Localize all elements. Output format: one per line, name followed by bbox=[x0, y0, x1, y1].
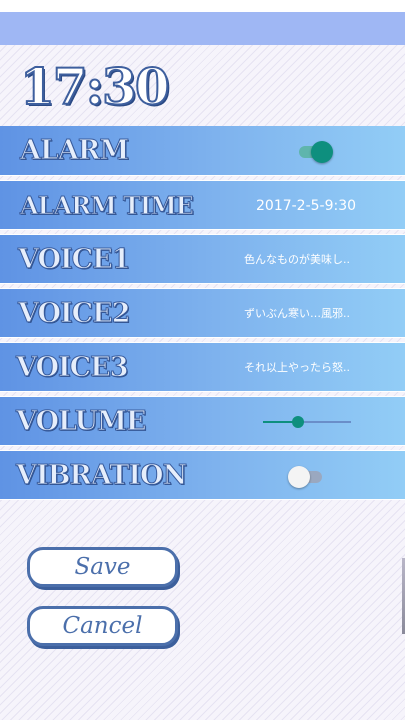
alarm-toggle-thumb bbox=[311, 141, 333, 163]
setting-row-voice2[interactable]: VOICE2 ずいぶん寒い…風邪.. bbox=[0, 288, 405, 338]
voice2-value[interactable]: ずいぶん寒い…風邪.. bbox=[244, 289, 350, 339]
setting-row-volume[interactable]: VOLUME bbox=[0, 396, 405, 446]
setting-row-alarm-time[interactable]: ALARM TIME 2017-2-5-9:30 bbox=[0, 180, 405, 230]
vibration-label: VIBRATION bbox=[15, 460, 187, 492]
settings-list: ALARM ALARM TIME 2017-2-5-9:30 VOICE1 色ん… bbox=[0, 126, 405, 504]
save-button[interactable]: Save bbox=[27, 547, 178, 587]
setting-row-alarm[interactable]: ALARM bbox=[0, 126, 405, 176]
alarm-time-label: ALARM TIME bbox=[20, 191, 195, 221]
vibration-toggle[interactable] bbox=[288, 466, 324, 488]
vibration-toggle-thumb bbox=[288, 466, 310, 488]
volume-label: VOLUME bbox=[16, 406, 148, 438]
voice1-label: VOICE1 bbox=[17, 244, 130, 276]
alarm-label: ALARM bbox=[19, 135, 129, 167]
clock-time: 17:30 bbox=[19, 56, 171, 117]
voice3-label: VOICE3 bbox=[15, 352, 128, 384]
voice3-value[interactable]: それ以上やったら怒.. bbox=[244, 343, 350, 393]
voice2-label: VOICE2 bbox=[17, 298, 130, 330]
alarm-toggle[interactable] bbox=[297, 141, 333, 163]
status-bar bbox=[0, 0, 405, 12]
setting-row-voice1[interactable]: VOICE1 色んなものが美味し.. bbox=[0, 234, 405, 284]
setting-row-vibration[interactable]: VIBRATION bbox=[0, 450, 405, 500]
header-band bbox=[0, 12, 405, 45]
volume-slider-knob[interactable] bbox=[292, 416, 304, 428]
alarm-time-value[interactable]: 2017-2-5-9:30 bbox=[256, 181, 356, 231]
cancel-button[interactable]: Cancel bbox=[27, 606, 178, 646]
setting-row-voice3[interactable]: VOICE3 それ以上やったら怒.. bbox=[0, 342, 405, 392]
volume-slider[interactable] bbox=[263, 416, 351, 428]
voice1-value[interactable]: 色んなものが美味し.. bbox=[244, 235, 350, 285]
